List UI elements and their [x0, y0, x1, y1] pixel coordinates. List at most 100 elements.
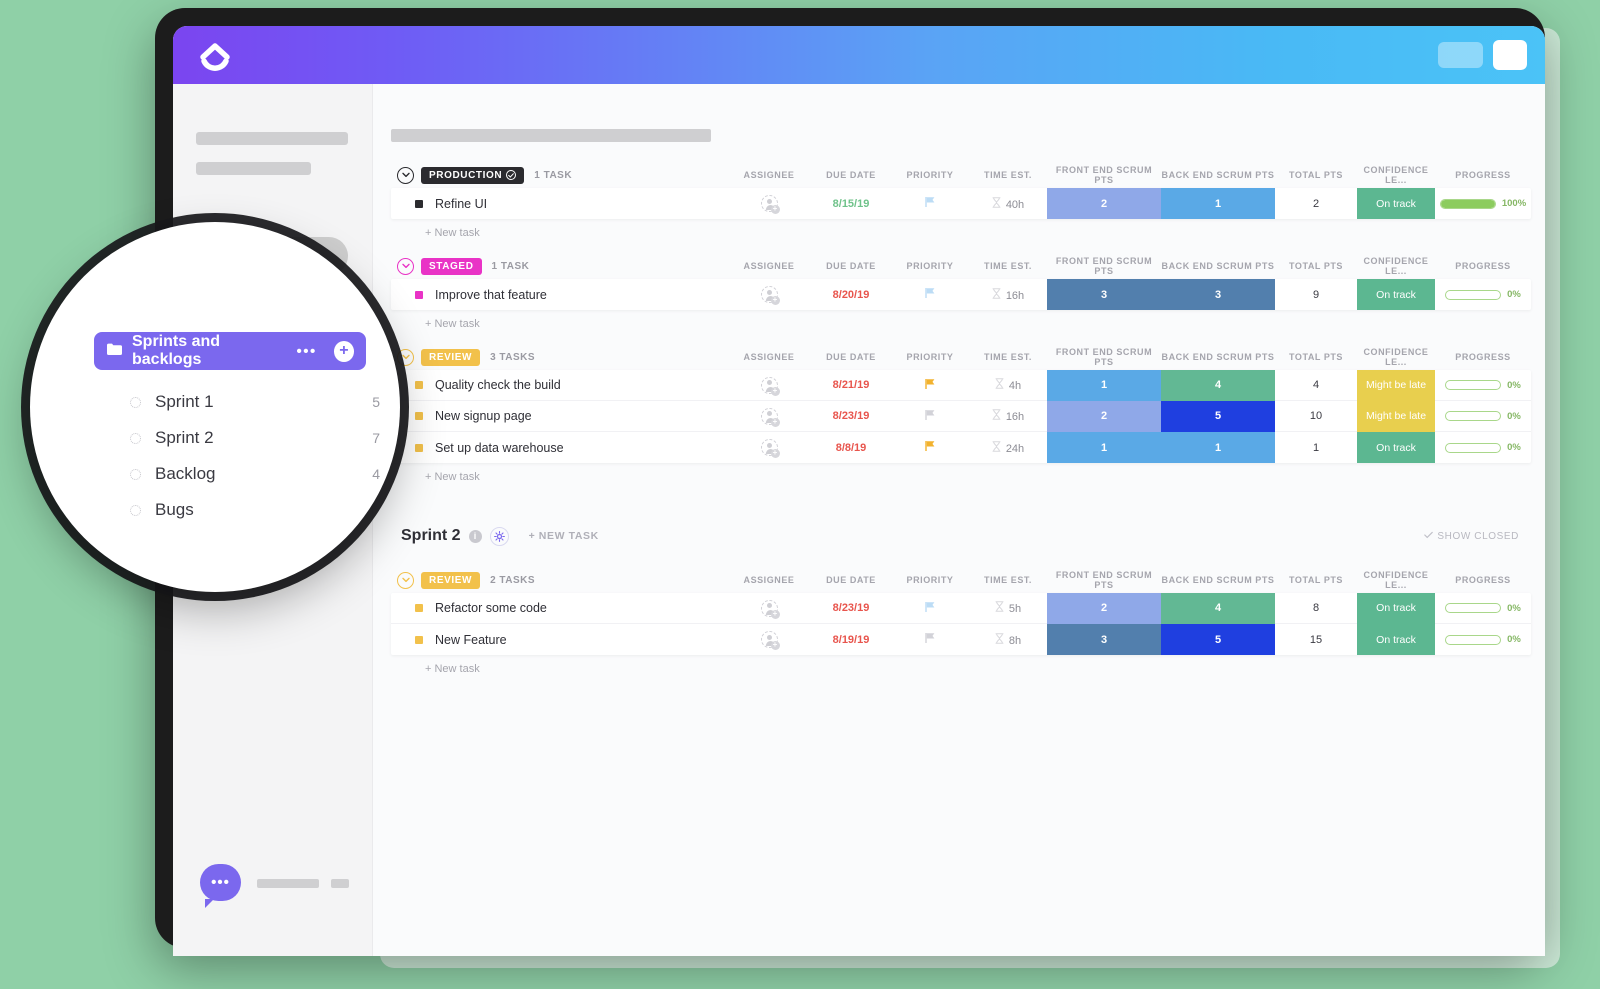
column-header-priority[interactable]: PRIORITY	[891, 261, 969, 271]
sidebar-item-sprint-1[interactable]: Sprint 1 5	[130, 384, 380, 420]
chat-bubble-icon[interactable]: •••	[200, 864, 241, 908]
sidebar-item-sprint-2[interactable]: Sprint 2 7	[130, 420, 380, 456]
table-row[interactable]: New signup page +8/23/19 16h 2 5 10 Might be l…	[391, 400, 1531, 432]
folder-add-button[interactable]: +	[333, 340, 354, 362]
task-name-cell[interactable]: Refactor some code	[391, 601, 727, 615]
priority-cell[interactable]	[891, 409, 969, 424]
progress-cell[interactable]: 0%	[1435, 634, 1531, 645]
progress-cell[interactable]: 0%	[1435, 411, 1531, 422]
due-date-cell[interactable]: 8/23/19	[811, 410, 891, 422]
column-header-assignee[interactable]: ASSIGNEE	[727, 575, 811, 585]
back-end-scrum-points-cell[interactable]: 1	[1161, 432, 1275, 463]
table-row[interactable]: Refine UI +8/15/19 40h 2 1 2 On track 100%	[391, 188, 1531, 219]
info-icon[interactable]: i	[468, 529, 482, 543]
table-row[interactable]: Set up data warehouse +8/8/19 24h 1 1 1 On tra…	[391, 432, 1531, 463]
confidence-level-cell[interactable]: Might be late	[1357, 400, 1435, 432]
progress-cell[interactable]: 0%	[1435, 289, 1531, 300]
new-task-link[interactable]: + New task	[391, 463, 1531, 483]
topbar-button-1[interactable]	[1438, 42, 1483, 68]
assignee-cell[interactable]: +	[727, 407, 811, 427]
settings-icon[interactable]	[489, 526, 509, 546]
column-header-progress[interactable]: PROGRESS	[1435, 170, 1531, 180]
column-header-total-pts[interactable]: TOTAL PTS	[1275, 575, 1357, 585]
back-end-scrum-points-cell[interactable]: 5	[1161, 400, 1275, 432]
front-end-scrum-points-cell[interactable]: 1	[1047, 369, 1161, 401]
assignee-cell[interactable]: +	[727, 376, 811, 396]
column-header-priority[interactable]: PRIORITY	[891, 170, 969, 180]
column-header-priority[interactable]: PRIORITY	[891, 352, 969, 362]
avatar-add-icon[interactable]: +	[760, 439, 780, 458]
due-date-cell[interactable]: 8/20/19	[811, 289, 891, 301]
sidebar-item-sprints-and-backlogs[interactable]: Sprints and backlogs ••• +	[94, 332, 366, 370]
column-header-back-end-scrum-pts[interactable]: BACK END SCRUM PTS	[1161, 575, 1275, 585]
table-row[interactable]: New Feature +8/19/19 8h 3 5 15 On track 0%	[391, 624, 1531, 655]
due-date-cell[interactable]: 8/8/19	[811, 442, 891, 454]
assignee-cell[interactable]: +	[727, 631, 811, 650]
time-estimate-cell[interactable]: 5h	[969, 601, 1047, 615]
front-end-scrum-points-cell[interactable]: 2	[1047, 400, 1161, 432]
avatar-add-icon[interactable]: +	[760, 599, 780, 619]
back-end-scrum-points-cell[interactable]: 5	[1161, 624, 1275, 655]
column-header-confidence-le[interactable]: CONFIDENCE LE...	[1357, 256, 1435, 276]
back-end-scrum-points-cell[interactable]: 4	[1161, 369, 1275, 401]
column-header-progress[interactable]: PROGRESS	[1435, 261, 1531, 271]
due-date-cell[interactable]: 8/15/19	[811, 198, 891, 210]
due-date-cell[interactable]: 8/23/19	[811, 602, 891, 614]
column-header-confidence-le[interactable]: CONFIDENCE LE...	[1357, 570, 1435, 590]
confidence-level-cell[interactable]: On track	[1357, 592, 1435, 624]
avatar-add-icon[interactable]: +	[760, 631, 780, 650]
assignee-cell[interactable]: +	[727, 439, 811, 458]
clickup-logo-icon[interactable]	[197, 37, 233, 73]
priority-cell[interactable]	[891, 601, 969, 616]
column-header-assignee[interactable]: ASSIGNEE	[727, 261, 811, 271]
chevron-down-icon[interactable]	[397, 166, 414, 184]
column-header-progress[interactable]: PROGRESS	[1435, 352, 1531, 362]
avatar-add-icon[interactable]: +	[760, 376, 780, 396]
show-closed-toggle[interactable]: SHOW CLOSED	[1424, 531, 1519, 542]
table-row[interactable]: Improve that feature +8/20/19 16h 3 3 9 On tra…	[391, 279, 1531, 310]
priority-cell[interactable]	[891, 196, 969, 211]
sidebar-item-bugs[interactable]: Bugs	[130, 492, 380, 528]
confidence-level-cell[interactable]: On track	[1357, 188, 1435, 219]
progress-cell[interactable]: 100%	[1435, 198, 1531, 209]
time-estimate-cell[interactable]: 4h	[969, 378, 1047, 392]
due-date-cell[interactable]: 8/19/19	[811, 634, 891, 646]
status-badge[interactable]: PRODUCTION	[421, 166, 525, 184]
priority-cell[interactable]	[891, 440, 969, 455]
new-task-link[interactable]: + New task	[391, 310, 1531, 330]
confidence-level-cell[interactable]: On track	[1357, 624, 1435, 655]
column-header-total-pts[interactable]: TOTAL PTS	[1275, 261, 1357, 271]
front-end-scrum-points-cell[interactable]: 3	[1047, 624, 1161, 655]
assignee-cell[interactable]: +	[727, 195, 811, 214]
table-row[interactable]: Quality check the build +8/21/19 4h 1 4 4 Migh…	[391, 369, 1531, 401]
column-header-confidence-le[interactable]: CONFIDENCE LE...	[1357, 165, 1435, 185]
column-header-assignee[interactable]: ASSIGNEE	[727, 352, 811, 362]
priority-cell[interactable]	[891, 378, 969, 393]
task-name-cell[interactable]: Quality check the build	[391, 378, 727, 392]
column-header-due-date[interactable]: DUE DATE	[811, 352, 891, 362]
priority-cell[interactable]	[891, 632, 969, 647]
time-estimate-cell[interactable]: 16h	[969, 409, 1047, 423]
due-date-cell[interactable]: 8/21/19	[811, 379, 891, 391]
status-badge[interactable]: REVIEW	[421, 348, 481, 366]
column-header-confidence-le[interactable]: CONFIDENCE LE...	[1357, 347, 1435, 367]
progress-cell[interactable]: 0%	[1435, 603, 1531, 614]
avatar-add-icon[interactable]: +	[760, 286, 780, 305]
back-end-scrum-points-cell[interactable]: 4	[1161, 592, 1275, 624]
column-header-back-end-scrum-pts[interactable]: BACK END SCRUM PTS	[1161, 261, 1275, 271]
time-estimate-cell[interactable]: 24h	[969, 440, 1047, 455]
column-header-assignee[interactable]: ASSIGNEE	[727, 170, 811, 180]
column-header-progress[interactable]: PROGRESS	[1435, 575, 1531, 585]
front-end-scrum-points-cell[interactable]: 3	[1047, 279, 1161, 310]
back-end-scrum-points-cell[interactable]: 3	[1161, 279, 1275, 310]
column-header-front-end-scrum-pts[interactable]: FRONT END SCRUM PTS	[1047, 256, 1161, 276]
confidence-level-cell[interactable]: On track	[1357, 432, 1435, 463]
column-header-back-end-scrum-pts[interactable]: BACK END SCRUM PTS	[1161, 170, 1275, 180]
topbar-button-2[interactable]	[1493, 40, 1527, 70]
new-task-link[interactable]: + New task	[391, 655, 1531, 675]
front-end-scrum-points-cell[interactable]: 1	[1047, 432, 1161, 463]
priority-cell[interactable]	[891, 287, 969, 302]
folder-more-button[interactable]: •••	[297, 343, 317, 360]
avatar-add-icon[interactable]: +	[760, 407, 780, 427]
column-header-time-est[interactable]: TIME EST.	[969, 261, 1047, 271]
